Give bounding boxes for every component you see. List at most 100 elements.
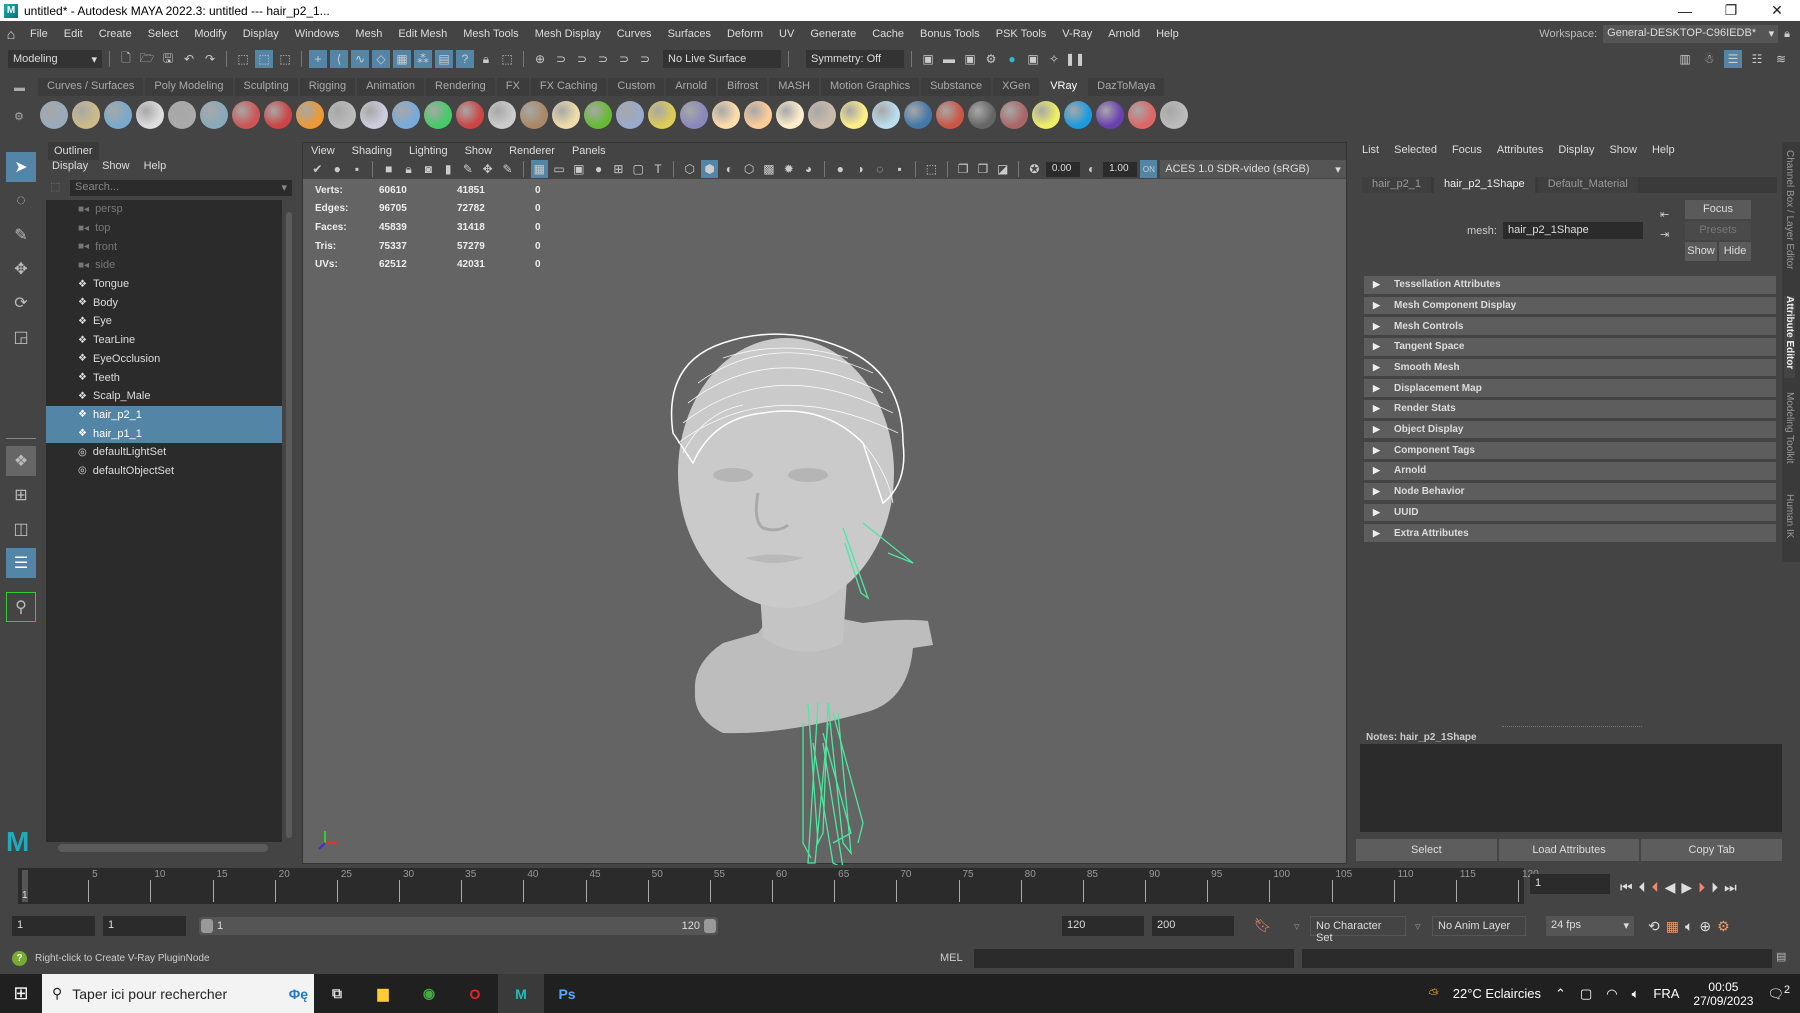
shelf-tool-icon[interactable] (200, 101, 228, 129)
render-setup-icon[interactable]: ▣ (1024, 50, 1042, 68)
shelf-tab-vray[interactable]: VRay (1041, 78, 1087, 96)
filter-icon[interactable]: ⬚ (50, 180, 60, 193)
select-hierarchy-icon[interactable]: ⬚ (234, 50, 252, 68)
snap-grid-icon[interactable]: ⊕ (531, 50, 549, 68)
lock-icon[interactable]: 🔒︎ (1784, 28, 1790, 41)
tab-attribute-editor[interactable]: Attribute Editor (1784, 296, 1795, 378)
ae-menu-help[interactable]: Help (1652, 144, 1675, 156)
shelf-tool-icon[interactable] (72, 101, 100, 129)
ae-section-object-display[interactable]: ▶ Object Display (1364, 420, 1776, 439)
ae-tab-transform[interactable]: hair_p2_1 (1362, 177, 1431, 193)
shelf-tool-icon[interactable] (488, 101, 516, 129)
wifi-icon[interactable]: ◠ (1606, 986, 1617, 1002)
shelf-settings-icon[interactable]: ⚙ (14, 110, 24, 123)
menuset-dropdown[interactable]: Modeling ▾ (8, 50, 102, 68)
character-set-dropdown[interactable]: No Character Set (1310, 916, 1406, 944)
shelf-collapse-icon[interactable]: ▬ (14, 82, 25, 94)
shelf-tab-custom[interactable]: Custom (608, 78, 665, 96)
menu-edit-mesh[interactable]: Edit Mesh (390, 28, 455, 40)
output-connections-icon[interactable]: ⇥ (1660, 228, 1669, 241)
time-slider[interactable]: 1 5 10 15 20 25 30 35 40 45 50 55 60 65 70 75 80 85 90 95 1… (18, 868, 1539, 904)
input-language[interactable]: FRA (1653, 986, 1679, 1001)
outliner-item[interactable]: ■◂ persp (46, 200, 282, 219)
task-view-icon[interactable]: ⧉ (314, 974, 360, 1013)
ae-section-arnold[interactable]: ▶ Arnold (1364, 462, 1776, 480)
menu-help[interactable]: Help (1148, 28, 1187, 40)
shelf-tab-sculpting[interactable]: Sculpting (234, 78, 298, 96)
shelf-tab-substance[interactable]: Substance (921, 78, 992, 96)
minimize-button[interactable]: — (1662, 0, 1708, 21)
expand-arrow-icon[interactable]: ▶ (1364, 341, 1394, 352)
shelf-tool-icon[interactable] (584, 101, 612, 129)
shelf-tool-icon[interactable] (552, 101, 580, 129)
scrollbar-thumb[interactable] (286, 212, 292, 838)
shelf-tool-icon[interactable] (904, 101, 932, 129)
expand-arrow-icon[interactable]: ▶ (1364, 528, 1394, 539)
symmetry-dropdown[interactable]: Symmetry: Off (806, 50, 904, 68)
playback-end-field[interactable]: 120 (1062, 916, 1144, 936)
select-by-deform-icon[interactable]: ▦ (393, 50, 411, 68)
expand-arrow-icon[interactable]: ▶ (1364, 486, 1394, 497)
select-tool-icon[interactable]: ➤ (6, 152, 36, 182)
ae-section-extra-attributes[interactable]: ▶ Extra Attributes (1364, 524, 1776, 542)
move-tool-icon[interactable]: ✥ (6, 254, 36, 284)
menu-generate[interactable]: Generate (802, 28, 864, 40)
weather-text[interactable]: 22°C Eclaircies (1453, 986, 1541, 1001)
shelf-tool-icon[interactable] (456, 101, 484, 129)
scale-tool-icon[interactable]: ◲ (6, 322, 36, 352)
expand-arrow-icon[interactable]: ▶ (1364, 300, 1394, 311)
ae-section-tessellation-attributes[interactable]: ▶ Tessellation Attributes (1364, 276, 1776, 294)
ae-menu-show[interactable]: Show (1609, 144, 1637, 156)
channel-box-icon[interactable]: ≋ (1772, 50, 1790, 68)
shelf-tool-icon[interactable] (136, 101, 164, 129)
anim-layer-dropdown[interactable]: No Anim Layer (1432, 916, 1526, 936)
shelf-tool-icon[interactable] (360, 101, 388, 129)
select-by-misc-icon[interactable]: ? (456, 50, 474, 68)
expand-arrow-icon[interactable]: ▶ (1364, 403, 1394, 414)
shelf-tool-icon[interactable] (1160, 101, 1188, 129)
menu-file[interactable]: File (22, 28, 56, 40)
taskbar-search[interactable]: ⚲ Taper ici pour rechercher Φę (42, 974, 314, 1013)
current-frame-field[interactable]: 1 (1530, 874, 1610, 894)
ae-tab-material[interactable]: Default_Material (1537, 177, 1638, 193)
opera-icon[interactable]: O (452, 974, 498, 1013)
menu-mesh-display[interactable]: Mesh Display (527, 28, 609, 40)
snap-point-icon[interactable]: ⊃ (573, 50, 591, 68)
scrollbar-thumb[interactable] (58, 844, 268, 852)
select-component-icon[interactable]: ⬚ (276, 50, 294, 68)
live-surface-field[interactable]: No Live Surface (663, 50, 781, 68)
expand-arrow-icon[interactable]: ▶ (1364, 445, 1394, 456)
ae-section-displacement-map[interactable]: ▶ Displacement Map (1364, 379, 1776, 397)
ae-tab-shape[interactable]: hair_p2_1Shape (1433, 177, 1535, 193)
range-end-handle[interactable] (704, 919, 716, 933)
outliner-item[interactable]: ❖ hair_p1_1 (46, 424, 282, 443)
shelf-tab-fx-caching[interactable]: FX Caching (530, 78, 607, 96)
windows-start-icon[interactable]: ⊞ (0, 974, 42, 1013)
expand-arrow-icon[interactable]: ▶ (1364, 383, 1394, 394)
shelf-tab-xgen[interactable]: XGen (993, 78, 1040, 96)
shelf-tool-icon[interactable] (1128, 101, 1156, 129)
attribute-editor-toggle-icon[interactable]: ☰ (1724, 50, 1742, 68)
ipr-render-icon[interactable]: ▣ (961, 50, 979, 68)
notes-textarea[interactable] (1360, 744, 1782, 832)
presets-button[interactable]: Presets (1685, 221, 1751, 240)
pause-render-icon[interactable]: ❚❚ (1065, 50, 1085, 68)
snap-surface-icon[interactable]: ⊃ (615, 50, 633, 68)
select-by-joint-icon[interactable]: ⟨ (330, 50, 348, 68)
shelf-tab-rendering[interactable]: Rendering (426, 78, 495, 96)
shelf-tool-icon[interactable] (296, 101, 324, 129)
search-icon[interactable]: ⚲ (6, 592, 36, 622)
weather-icon[interactable]: ⛅︎ (1428, 986, 1438, 1002)
go-to-start-icon[interactable]: ⏮ (1620, 879, 1633, 896)
select-by-render-icon[interactable]: ▤ (435, 50, 453, 68)
hypershade-icon[interactable]: ● (1003, 50, 1021, 68)
shelf-tool-icon[interactable] (424, 101, 452, 129)
expand-arrow-icon[interactable]: ▶ (1364, 465, 1394, 476)
sound-icon[interactable]: 🔈︎ (1685, 918, 1693, 935)
run-settings-icon[interactable]: ⚙ (1717, 918, 1730, 935)
hide-button[interactable]: Hide (1719, 242, 1751, 261)
menu-vray[interactable]: V-Ray (1054, 28, 1100, 40)
step-back-frame-icon[interactable]: ⏴ (1639, 879, 1646, 896)
shelf-tool-icon[interactable] (744, 101, 772, 129)
ae-section-smooth-mesh[interactable]: ▶ Smooth Mesh (1364, 358, 1776, 377)
